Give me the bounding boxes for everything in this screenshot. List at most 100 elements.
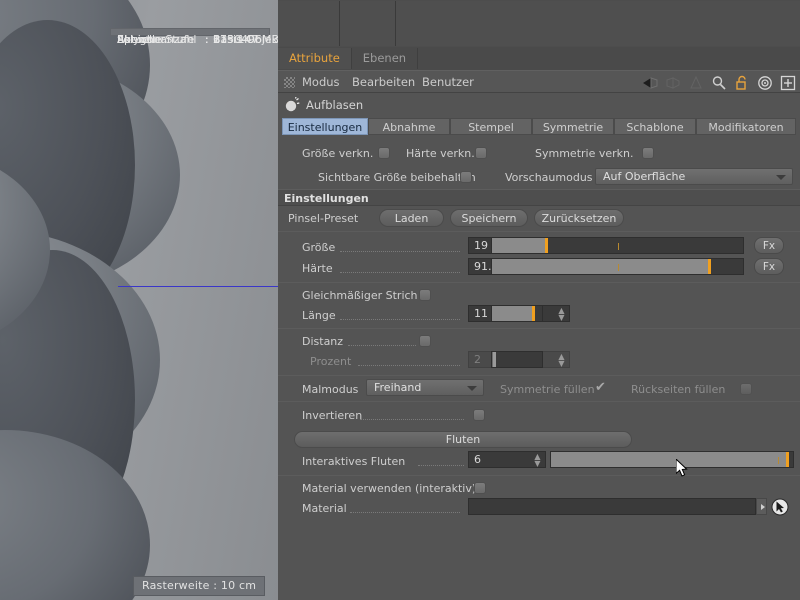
fill-backfaces-checkbox[interactable] <box>740 383 752 395</box>
interactive-flood-stepper[interactable]: ▲ ▼ <box>533 453 542 468</box>
target-icon[interactable] <box>757 75 773 91</box>
fill-symmetry-checkbox[interactable]: ✔ <box>595 381 606 394</box>
preview-mode-label: Vorschaumodus <box>505 171 593 184</box>
size-slider[interactable] <box>491 237 744 254</box>
chevron-down-icon <box>467 386 477 391</box>
reset-preset-button[interactable]: Zurücksetzen <box>534 209 624 227</box>
brush-preset-label: Pinsel-Preset <box>288 212 359 225</box>
size-slider-fill <box>492 238 545 253</box>
tab-einstellungen[interactable]: Einstellungen <box>282 118 368 135</box>
hardness-slider-handle[interactable] <box>707 259 711 274</box>
up-arrow-icon[interactable] <box>688 75 704 91</box>
hardness-slider[interactable] <box>491 258 744 275</box>
material-row: Material <box>278 498 800 519</box>
divider <box>278 328 800 329</box>
viewport-axis-line <box>118 286 278 287</box>
length-row: Länge 11 ▲ ▼ <box>278 305 800 326</box>
use-material-label: Material verwenden (interaktiv) <box>302 482 477 495</box>
dot-leader <box>358 365 460 366</box>
attribute-manager-panel: Attribute Ebenen Modus Bearbeiten Benutze… <box>278 0 800 600</box>
sculpt-inflate-icon <box>284 96 300 113</box>
distance-row: Distanz <box>278 332 800 351</box>
menu-icon-group <box>642 71 796 94</box>
search-icon[interactable] <box>711 75 727 91</box>
menu-item-modus[interactable]: Modus <box>302 71 340 94</box>
percent-slider-handle[interactable] <box>493 352 496 367</box>
manager-tab-strip: Attribute Ebenen <box>278 47 800 70</box>
size-value: 19 <box>474 239 488 252</box>
size-fx-button[interactable]: Fx <box>754 237 784 254</box>
even-stroke-checkbox[interactable] <box>419 289 431 301</box>
material-label: Material <box>302 502 347 515</box>
even-stroke-label: Gleichmäßiger Strich <box>302 289 418 302</box>
object-header: Aufblasen <box>278 93 800 117</box>
tab-symmetrie[interactable]: Symmetrie <box>532 118 614 135</box>
dot-leader <box>340 251 460 252</box>
symmetry-link-label: Symmetrie verkn. <box>535 147 634 160</box>
tab-stempel[interactable]: Stempel <box>450 118 532 135</box>
paint-mode-label: Malmodus <box>302 383 359 396</box>
flood-button[interactable]: Fluten <box>294 431 632 448</box>
use-material-checkbox[interactable] <box>474 482 486 494</box>
chevron-down-icon <box>776 175 786 180</box>
interactive-flood-value-field[interactable]: 6 ▲ ▼ <box>468 451 546 468</box>
top-strip-segment <box>278 1 340 46</box>
size-link-label: Größe verkn. <box>302 147 374 160</box>
menu-item-benutzer[interactable]: Benutzer <box>422 71 474 94</box>
percent-row: Prozent 2 ▲ ▼ <box>278 351 800 372</box>
size-slider-handle[interactable] <box>544 238 548 253</box>
application-window: Ebene : Basis-Objekt Aktuelle Stufe : 6 … <box>0 0 800 600</box>
size-link-checkbox[interactable] <box>378 147 390 159</box>
interactive-flood-slider-tick <box>778 457 780 464</box>
tab-modifikatoren[interactable]: Modifikatoren <box>696 118 796 135</box>
forward-arrow-icon[interactable] <box>665 75 681 91</box>
cursor-pick-icon[interactable] <box>771 498 789 516</box>
invert-row: Invertieren <box>278 406 800 425</box>
viewport-3d[interactable]: Ebene : Basis-Objekt Aktuelle Stufe : 6 … <box>0 0 278 600</box>
preserve-preview-row: Sichtbare Größe beibehalten Vorschaumodu… <box>278 167 800 187</box>
material-field[interactable] <box>468 498 756 515</box>
load-preset-button[interactable]: Laden <box>379 209 444 227</box>
info-row: Speicher : 275.147 MB <box>111 32 278 47</box>
preview-mode-dropdown[interactable]: Auf Oberfläche <box>595 168 793 185</box>
distance-checkbox[interactable] <box>419 335 431 347</box>
tab-ebenen[interactable]: Ebenen <box>351 48 419 69</box>
back-arrow-icon[interactable] <box>642 75 658 91</box>
paint-mode-dropdown[interactable]: Freihand <box>366 379 484 396</box>
plus-box-icon[interactable] <box>780 75 796 91</box>
tab-attribute[interactable]: Attribute <box>278 48 352 69</box>
percent-stepper[interactable]: ▲ ▼ <box>557 353 566 368</box>
interactive-flood-slider-handle[interactable] <box>785 452 789 467</box>
length-slider-handle[interactable] <box>532 306 535 321</box>
fill-symmetry-label: Symmetrie füllen <box>500 383 595 396</box>
sculpt-info-panel: Ebene : Basis-Objekt Aktuelle Stufe : 6 … <box>110 28 278 46</box>
preserve-size-label: Sichtbare Größe beibehalten <box>318 171 476 184</box>
material-expand-button[interactable] <box>756 498 767 515</box>
paint-mode-row: Malmodus Freihand Symmetrie füllen ✔ Rüc… <box>278 379 800 399</box>
percent-slider[interactable] <box>491 351 543 368</box>
fill-backfaces-label: Rückseiten füllen <box>631 383 726 396</box>
hardness-fx-button[interactable]: Fx <box>754 258 784 275</box>
tab-schablone[interactable]: Schablone <box>614 118 696 135</box>
divider <box>278 401 800 402</box>
menu-item-bearbeiten[interactable]: Bearbeiten <box>352 71 415 94</box>
preserve-size-checkbox[interactable] <box>460 171 472 183</box>
grip-dots-icon[interactable] <box>284 77 295 88</box>
length-slider[interactable] <box>491 305 543 322</box>
top-empty-strip <box>278 0 800 47</box>
invert-checkbox[interactable] <box>473 409 485 421</box>
lock-icon[interactable] <box>734 75 750 91</box>
interactive-flood-slider[interactable] <box>550 451 794 468</box>
tab-abnahme[interactable]: Abnahme <box>368 118 450 135</box>
symmetry-link-checkbox[interactable] <box>642 147 654 159</box>
link-options-row: Größe verkn. Härte verkn. Symmetrie verk… <box>278 143 800 163</box>
save-preset-button[interactable]: Speichern <box>450 209 528 227</box>
interactive-flood-label: Interaktives Fluten <box>302 455 406 468</box>
dot-leader <box>340 272 460 273</box>
attribute-tab-row: Einstellungen Abnahme Stempel Symmetrie … <box>278 118 800 137</box>
length-stepper[interactable]: ▲ ▼ <box>557 307 566 322</box>
hardness-label: Härte <box>302 262 333 275</box>
dot-leader <box>340 319 460 320</box>
size-row: Größe 19 ▲▼ Fx <box>278 237 800 258</box>
hardness-link-checkbox[interactable] <box>475 147 487 159</box>
